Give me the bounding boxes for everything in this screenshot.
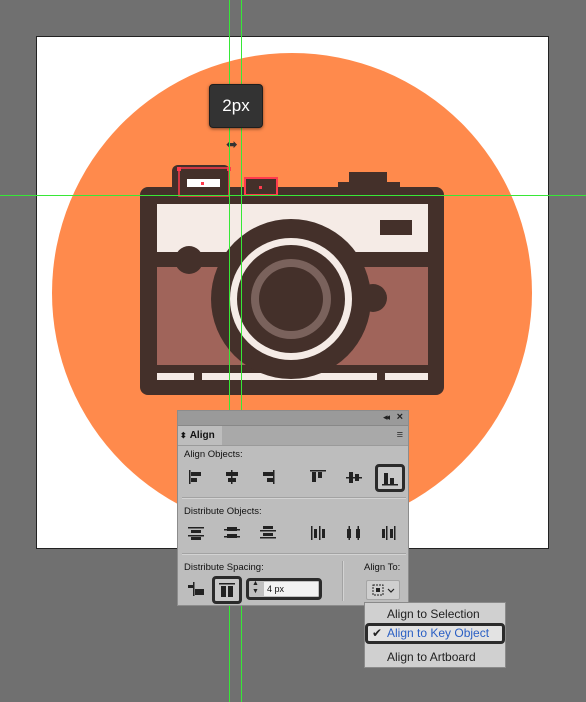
double-chevron-icon[interactable]: ◂◂ bbox=[383, 412, 390, 423]
menu-item-label: Align to Key Object bbox=[387, 626, 490, 640]
panel-divider bbox=[182, 497, 406, 499]
align-objects-label: Align Objects: bbox=[184, 449, 243, 460]
tab-expand-icon: ⬍ bbox=[180, 431, 187, 440]
flash-window bbox=[380, 220, 412, 235]
menu-item-align-to-artboard[interactable]: Align to Artboard bbox=[365, 647, 505, 668]
vertical-align-bottom-button[interactable] bbox=[375, 464, 405, 492]
vertical-distribute-top-button[interactable] bbox=[184, 523, 210, 545]
vertical-distribute-space-icon bbox=[219, 583, 235, 597]
menu-item-label: Align to Artboard bbox=[387, 650, 476, 664]
shutter-center-point bbox=[259, 186, 262, 189]
bottom-gap-right bbox=[377, 373, 385, 381]
hamburger-menu-icon[interactable]: ≡ bbox=[397, 430, 403, 441]
spacing-value-input[interactable] bbox=[264, 582, 318, 596]
measurement-tooltip: 2px bbox=[209, 84, 263, 128]
horizontal-align-left-button[interactable] bbox=[184, 467, 210, 489]
distribute-right-icon bbox=[382, 526, 396, 540]
align-middle-icon bbox=[346, 472, 362, 483]
horizontal-align-right-button[interactable] bbox=[256, 467, 282, 489]
vertical-align-center-button[interactable] bbox=[342, 467, 368, 489]
panel-titlebar[interactable]: ◂◂ × bbox=[178, 411, 408, 426]
panel-vertical-separator bbox=[342, 561, 344, 601]
align-top-icon bbox=[310, 470, 326, 482]
horizontal-align-center-button[interactable] bbox=[220, 467, 246, 489]
horizontal-distribute-space-icon bbox=[188, 582, 204, 596]
vertical-align-top-button[interactable] bbox=[306, 467, 332, 489]
distribute-top-icon bbox=[188, 527, 204, 540]
selection-center-point bbox=[201, 182, 204, 185]
tab-align-label: Align bbox=[189, 430, 215, 441]
align-left-icon bbox=[189, 470, 201, 484]
align-bottom-icon bbox=[382, 473, 398, 486]
menu-item-align-to-selection[interactable]: Align to Selection bbox=[365, 604, 505, 625]
align-center-icon bbox=[226, 470, 238, 484]
distribute-vcenter-icon bbox=[224, 527, 240, 538]
align-to-dropdown-button[interactable] bbox=[366, 580, 400, 600]
menu-item-label: Align to Selection bbox=[387, 607, 480, 621]
distribute-left-icon bbox=[311, 526, 325, 540]
align-right-icon bbox=[263, 470, 275, 484]
tab-align[interactable]: ⬍ Align bbox=[178, 426, 222, 445]
distribute-objects-label: Distribute Objects: bbox=[184, 506, 262, 517]
close-icon[interactable]: × bbox=[397, 411, 403, 423]
distribute-spacing-field[interactable]: ▲ ▼ bbox=[246, 578, 322, 600]
vertical-distribute-space-button[interactable] bbox=[212, 576, 242, 604]
checkmark-icon: ✔ bbox=[372, 626, 383, 640]
lens-center bbox=[259, 267, 323, 331]
spacing-indicator-icon: ⬌ bbox=[226, 137, 238, 153]
panel-divider bbox=[182, 553, 406, 555]
selection-handle-tl bbox=[177, 167, 181, 171]
stepper-arrows-icon[interactable]: ▲ ▼ bbox=[252, 580, 259, 596]
horizontal-distribute-left-button[interactable] bbox=[306, 523, 332, 545]
align-panel: ◂◂ × ⬍ Align ≡ Align Objects: Distribute … bbox=[177, 410, 409, 606]
strap-lug-left bbox=[175, 246, 203, 274]
vertical-distribute-center-button[interactable] bbox=[220, 523, 246, 545]
align-to-label: Align To: bbox=[364, 562, 401, 573]
distribute-bottom-icon bbox=[260, 526, 276, 539]
horizontal-distribute-right-button[interactable] bbox=[378, 523, 404, 545]
align-to-key-object-icon bbox=[372, 584, 395, 596]
bottom-gap-left bbox=[194, 373, 202, 381]
distribute-hcenter-icon bbox=[347, 526, 360, 540]
distribute-spacing-label: Distribute Spacing: bbox=[184, 562, 264, 573]
horizontal-distribute-center-button[interactable] bbox=[342, 523, 368, 545]
vertical-distribute-bottom-button[interactable] bbox=[256, 523, 282, 545]
horizontal-distribute-space-button[interactable] bbox=[184, 579, 210, 601]
panel-tab-strip: ⬍ Align ≡ bbox=[178, 426, 408, 446]
align-to-dropdown-menu: Align to Selection ✔ Align to Key Object… bbox=[364, 602, 506, 668]
menu-item-align-to-key-object[interactable]: ✔ Align to Key Object bbox=[365, 623, 505, 644]
horizontal-guide[interactable] bbox=[0, 195, 586, 196]
